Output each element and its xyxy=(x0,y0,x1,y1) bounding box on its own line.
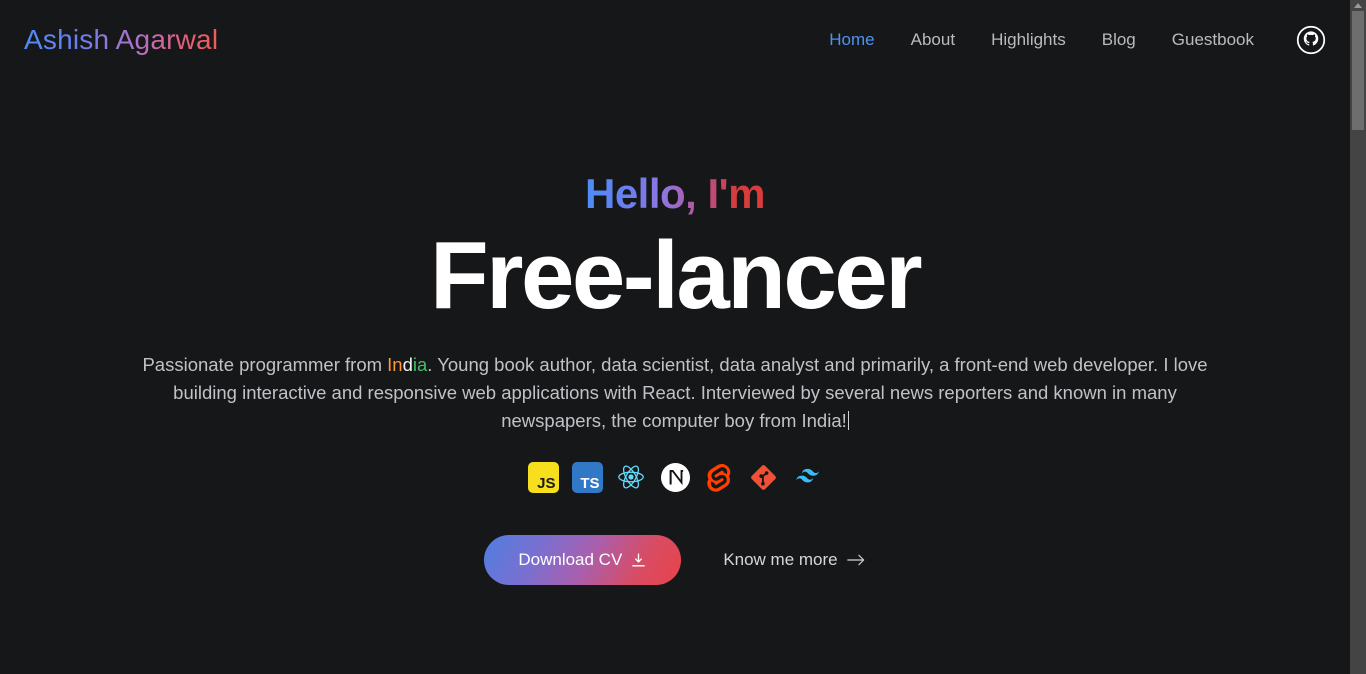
bio-part-one: Passionate programmer from xyxy=(142,354,388,376)
cta-row: Download CV Know me more xyxy=(0,535,1350,586)
hero-headline: Free-lancer xyxy=(429,222,923,330)
hero-greeting: Hello, I'm xyxy=(584,170,766,217)
know-me-more-label: Know me more xyxy=(723,550,838,570)
nav-link-home[interactable]: Home xyxy=(811,24,892,56)
bio-india-white: d xyxy=(402,354,413,376)
download-icon xyxy=(632,553,646,567)
git-icon[interactable] xyxy=(743,457,783,497)
know-me-more-link[interactable]: Know me more xyxy=(723,550,865,570)
javascript-badge-label: JS xyxy=(527,461,559,493)
scroll-thumb[interactable] xyxy=(1352,11,1364,130)
tailwind-icon[interactable] xyxy=(787,457,827,497)
page-scrollbar[interactable] xyxy=(1350,0,1366,674)
bio-india-saffron: In xyxy=(387,354,403,376)
nav-link-guestbook[interactable]: Guestbook xyxy=(1154,24,1272,56)
github-icon xyxy=(1296,25,1326,54)
github-link[interactable] xyxy=(1296,25,1326,55)
arrow-right-icon xyxy=(846,554,864,566)
nav-link-blog[interactable]: Blog xyxy=(1084,24,1154,56)
main-navigation: Home About Highlights Blog Guestbook xyxy=(811,24,1326,56)
tech-stack-row: JS TS xyxy=(0,457,1350,497)
nextjs-icon[interactable] xyxy=(655,457,695,497)
svelte-icon[interactable] xyxy=(699,457,739,497)
greeting-wrap: Hello, I'm xyxy=(0,170,1350,217)
scroll-up-button[interactable] xyxy=(1350,0,1366,10)
bio-india-green: ia xyxy=(412,354,428,376)
hero-section: Hello, I'm Free-lancer Passionate progra… xyxy=(0,79,1350,586)
typing-caret xyxy=(847,411,849,431)
javascript-icon[interactable]: JS xyxy=(523,457,563,497)
brand-logo[interactable]: Ashish Agarwal xyxy=(24,24,218,56)
download-cv-label: Download CV xyxy=(518,550,623,570)
typescript-icon[interactable]: TS xyxy=(567,457,607,497)
typescript-badge-label: TS xyxy=(571,461,603,493)
nav-link-about[interactable]: About xyxy=(893,24,973,56)
nav-link-highlights[interactable]: Highlights xyxy=(973,24,1084,56)
hero-bio: Passionate programmer from India. Young … xyxy=(105,351,1245,435)
page-viewport: Ashish Agarwal Home About Highlights Blo… xyxy=(0,0,1350,674)
site-header: Ashish Agarwal Home About Highlights Blo… xyxy=(0,0,1350,79)
react-icon[interactable] xyxy=(611,457,651,497)
scroll-up-arrow-icon xyxy=(1354,2,1362,8)
download-cv-button[interactable]: Download CV xyxy=(484,535,682,586)
